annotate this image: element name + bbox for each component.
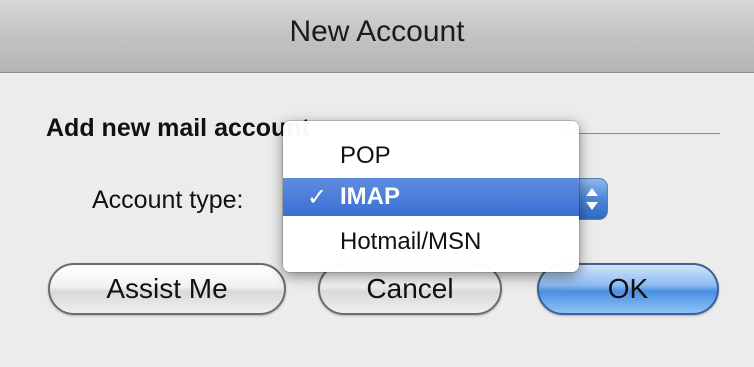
menu-item-label: Hotmail/MSN xyxy=(340,228,482,255)
window-titlebar[interactable]: New Account xyxy=(0,0,754,73)
menu-item-label: IMAP xyxy=(340,183,400,210)
account-type-popup-arrows[interactable] xyxy=(576,178,608,220)
section-divider xyxy=(560,133,720,134)
menu-item-hotmail-msn[interactable]: Hotmail/MSN xyxy=(283,223,579,261)
menu-item-label: POP xyxy=(340,142,391,169)
section-heading: Add new mail account xyxy=(46,114,310,142)
account-type-menu: POP ✓ IMAP Hotmail/MSN xyxy=(283,121,579,272)
account-type-label: Account type: xyxy=(92,186,244,214)
window-title: New Account xyxy=(289,15,465,48)
menu-item-pop[interactable]: POP xyxy=(283,137,579,175)
assist-me-button[interactable]: Assist Me xyxy=(48,263,286,315)
updown-arrows-icon xyxy=(586,188,598,210)
menu-item-imap[interactable]: ✓ IMAP xyxy=(283,178,579,216)
checkmark-icon: ✓ xyxy=(307,183,328,211)
